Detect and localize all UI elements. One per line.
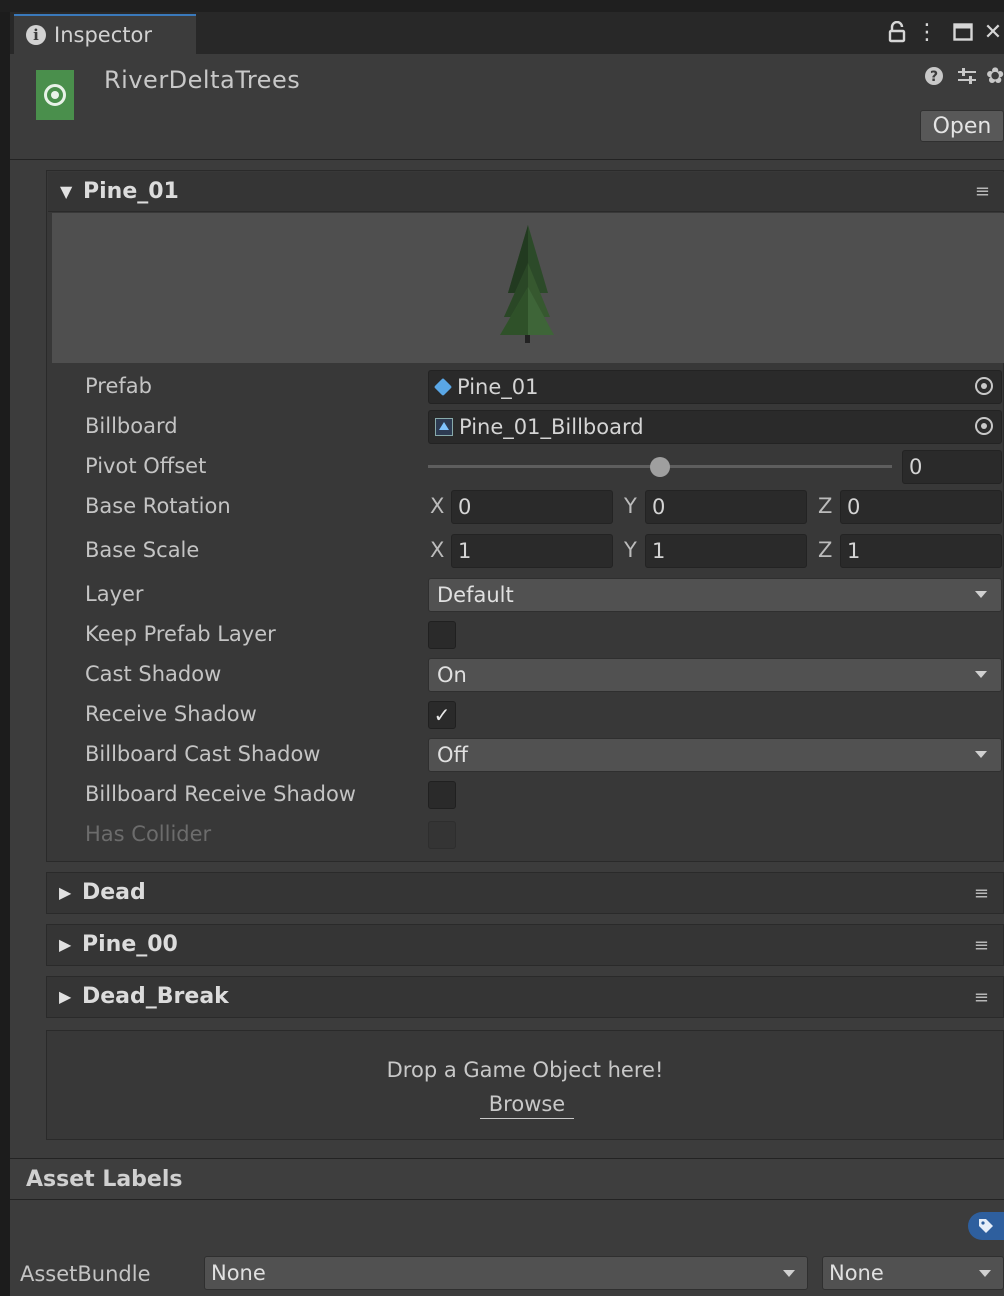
section-title: Dead [82, 880, 146, 905]
foldout-collapsed-icon[interactable]: ▶ [59, 883, 71, 902]
section-header-dead-break[interactable]: ▶ Dead_Break ≡ [46, 976, 1004, 1018]
dropdown-arrow-icon [975, 671, 987, 678]
maximize-icon[interactable] [950, 20, 976, 44]
has-collider-checkbox [428, 821, 456, 849]
tag-icon[interactable] [968, 1212, 1004, 1240]
dropdown-arrow-icon [975, 591, 987, 598]
prefab-value: Pine_01 [457, 375, 539, 399]
billboard-label: Billboard [85, 414, 178, 438]
base-rotation-label: Base Rotation [85, 494, 231, 518]
section-title: Dead_Break [82, 984, 229, 1009]
close-icon[interactable]: ✕ [982, 18, 1004, 46]
dropdown-arrow-icon [979, 1270, 991, 1277]
window-left-edge [0, 12, 10, 1296]
scale-x-label: X [430, 538, 445, 562]
billboard-receive-shadow-checkbox[interactable] [428, 781, 456, 809]
scale-y-input[interactable]: 1 [645, 534, 807, 568]
prefab-object-field[interactable]: Pine_01 [428, 370, 1002, 404]
base-scale-label: Base Scale [85, 538, 200, 562]
scale-y-label: Y [624, 538, 637, 562]
billboard-object-field[interactable]: Pine_01_Billboard [428, 410, 1002, 444]
pine-tree-preview-image [500, 225, 554, 343]
receive-shadow-label: Receive Shadow [85, 702, 257, 726]
lock-icon[interactable] [884, 18, 910, 46]
cast-shadow-label: Cast Shadow [85, 662, 222, 686]
assetbundle-label: AssetBundle [20, 1262, 151, 1286]
rotation-x-label: X [430, 494, 445, 518]
asset-labels-header[interactable]: Asset Labels [10, 1158, 1004, 1200]
open-button[interactable]: Open [920, 110, 1004, 142]
section-header-pine-01[interactable]: ▼ Pine_01 ≡ [48, 172, 1004, 212]
billboard-receive-shadow-label: Billboard Receive Shadow [85, 782, 356, 806]
section-title: Pine_00 [82, 932, 178, 957]
dropdown-arrow-icon [975, 751, 987, 758]
asset-name: RiverDeltaTrees [104, 66, 301, 94]
assetbundle-variant-value: None [829, 1261, 884, 1285]
scale-z-label: Z [818, 538, 833, 562]
drop-message: Drop a Game Object here! [386, 1058, 664, 1082]
pivot-offset-label: Pivot Offset [85, 454, 207, 478]
billboard-cast-shadow-label: Billboard Cast Shadow [85, 742, 321, 766]
asset-labels-title: Asset Labels [26, 1166, 183, 1192]
receive-shadow-checkbox[interactable]: ✓ [428, 701, 456, 729]
object-picker-icon[interactable] [975, 417, 993, 435]
foldout-collapsed-icon[interactable]: ▶ [59, 935, 71, 954]
tab-label: Inspector [54, 23, 152, 47]
scale-z-input[interactable]: 1 [840, 534, 1002, 568]
help-icon[interactable]: ? [924, 66, 944, 91]
cast-shadow-value: On [437, 663, 467, 687]
rotation-z-label: Z [818, 494, 833, 518]
pivot-slider-thumb[interactable] [650, 457, 670, 477]
billboard-cast-shadow-value: Off [437, 743, 468, 767]
section-menu-icon[interactable]: ≡ [974, 935, 989, 956]
assetbundle-value: None [211, 1261, 266, 1285]
layer-dropdown[interactable]: Default [428, 578, 1002, 612]
assetbundle-dropdown[interactable]: None [204, 1256, 808, 1290]
section-header-dead[interactable]: ▶ Dead ≡ [46, 872, 1004, 914]
settings-icon[interactable]: ✿ [986, 64, 1004, 89]
rotation-y-label: Y [624, 494, 637, 518]
assetbundle-variant-dropdown[interactable]: None [822, 1256, 1004, 1290]
browse-link[interactable]: Browse [480, 1092, 574, 1119]
tree-asset-icon [36, 70, 74, 120]
rotation-y-input[interactable]: 0 [645, 490, 807, 524]
presets-icon[interactable] [956, 66, 978, 91]
pivot-offset-input[interactable]: 0 [902, 450, 1002, 484]
scale-x-input[interactable]: 1 [451, 534, 613, 568]
drop-game-object-area[interactable] [46, 1030, 1004, 1140]
section-menu-icon[interactable]: ≡ [974, 883, 989, 904]
foldout-collapsed-icon[interactable]: ▶ [59, 987, 71, 1006]
rotation-x-input[interactable]: 0 [451, 490, 613, 524]
section-menu-icon[interactable]: ≡ [974, 987, 989, 1008]
has-collider-label: Has Collider [85, 822, 212, 846]
section-menu-icon[interactable]: ≡ [975, 181, 990, 202]
keep-prefab-layer-label: Keep Prefab Layer [85, 622, 276, 646]
object-picker-icon[interactable] [975, 377, 993, 395]
foldout-expanded-icon[interactable]: ▼ [60, 182, 72, 201]
section-title: Pine_01 [83, 179, 179, 204]
checkmark-icon: ✓ [433, 703, 451, 727]
tab-inspector[interactable]: i Inspector [14, 14, 196, 54]
info-icon: i [26, 25, 46, 45]
keep-prefab-layer-checkbox[interactable] [428, 621, 456, 649]
billboard-cast-shadow-dropdown[interactable]: Off [428, 738, 1002, 772]
svg-text:?: ? [930, 69, 938, 85]
prefab-cube-icon [433, 377, 453, 397]
texture-icon [435, 418, 453, 436]
dropdown-arrow-icon [783, 1270, 795, 1277]
prefab-label: Prefab [85, 374, 152, 398]
section-header-pine-00[interactable]: ▶ Pine_00 ≡ [46, 924, 1004, 966]
prefab-preview [52, 213, 1004, 363]
billboard-value: Pine_01_Billboard [459, 415, 644, 439]
cast-shadow-dropdown[interactable]: On [428, 658, 1002, 692]
layer-value: Default [437, 583, 514, 607]
rotation-z-input[interactable]: 0 [840, 490, 1002, 524]
window-top-strip [0, 0, 1004, 12]
layer-label: Layer [85, 582, 144, 606]
more-icon[interactable]: ⋮ [916, 18, 938, 46]
